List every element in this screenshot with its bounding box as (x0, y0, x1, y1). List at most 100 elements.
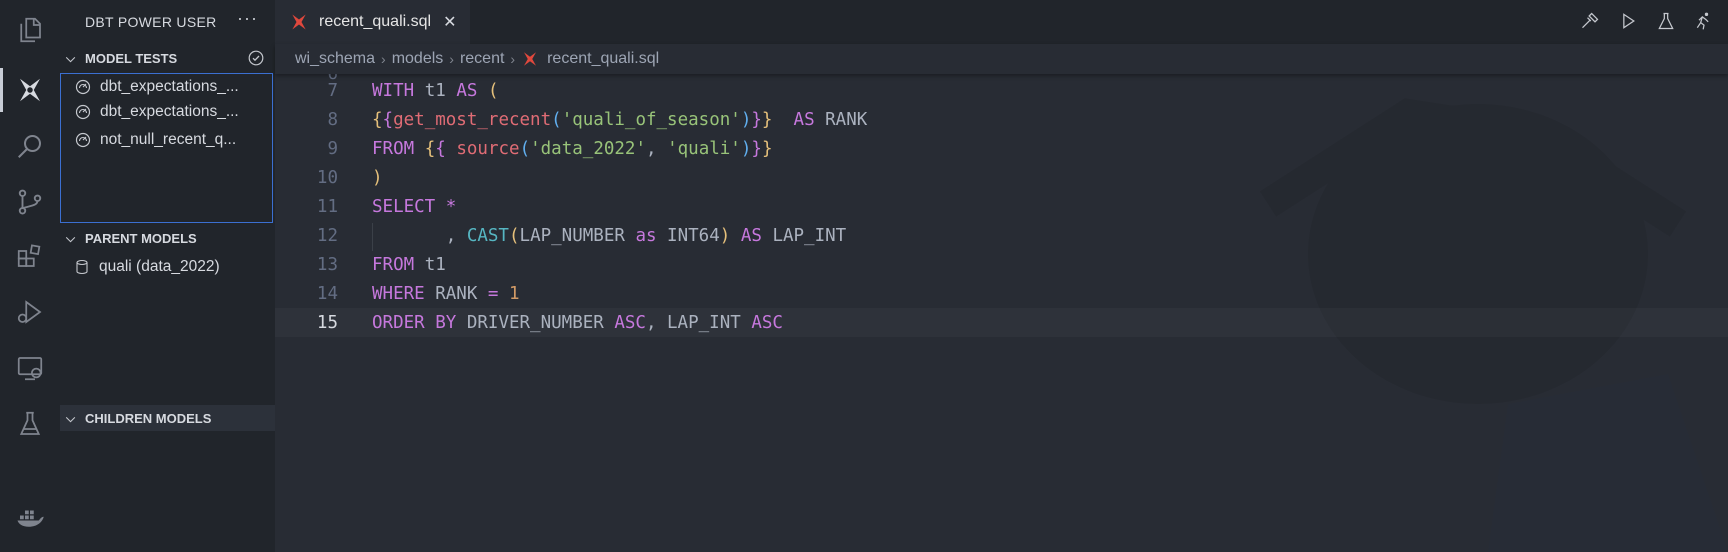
more-actions-button[interactable]: ··· (237, 8, 258, 29)
code-line: 10) (275, 163, 1728, 192)
run-icon[interactable] (1618, 11, 1638, 31)
section-label: MODEL TESTS (85, 50, 178, 66)
close-tab-button[interactable]: ✕ (443, 12, 456, 32)
line-number: 11 (316, 196, 338, 217)
dbt-sidebar: DBT POWER USER ··· ⌵ MODEL TESTS dbt_exp… (60, 0, 275, 552)
code-token: 'quali' (667, 138, 741, 159)
editor-actions (1580, 11, 1714, 31)
code-token: , (646, 138, 668, 159)
code-editor[interactable]: 6 7WITH t1 AS (8{{get_most_recent('quali… (275, 74, 1728, 552)
chevron-right-icon: › (381, 51, 386, 67)
line-number: 8 (327, 109, 338, 130)
section-parent-models[interactable]: ⌵ PARENT MODELS (60, 225, 275, 251)
run-and-debug-icon[interactable] (12, 294, 48, 330)
code-token: } (761, 138, 773, 159)
code-token: ) (719, 225, 731, 246)
code-text: ORDER BY DRIVER_NUMBER ASC, LAP_INT ASC (372, 313, 783, 333)
extensions-icon[interactable] (12, 238, 48, 274)
code-token: } (751, 138, 762, 159)
code-line: 8 {{get_most_recent('quali_of_season')}} … (275, 105, 1728, 134)
indent-guide (372, 223, 373, 251)
code-line: 11 SELECT * (275, 192, 1728, 221)
code-token: RANK (814, 109, 868, 130)
list-item[interactable]: quali (data_2022) (60, 254, 273, 280)
list-item-label: not_null_recent_q... (100, 131, 237, 148)
test-icon (75, 132, 91, 148)
section-model-tests[interactable]: ⌵ MODEL TESTS (60, 45, 275, 71)
dbt-file-icon (524, 52, 537, 66)
code-text: FROM {{ source('data_2022', 'quali')}} (372, 139, 773, 159)
code-token: { (372, 109, 383, 130)
chevron-down-icon: ⌵ (66, 50, 76, 65)
code-token: = (487, 283, 499, 304)
list-item[interactable]: dbt_expectations_... (61, 74, 274, 100)
code-token: RANK (424, 283, 488, 304)
code-text: WHERE RANK = 1 (372, 284, 520, 304)
model-tests-list: dbt_expectations_... dbt_expectations_..… (60, 73, 273, 223)
remote-explorer-icon[interactable] (12, 350, 48, 386)
code-token: LAP_NUMBER (519, 225, 636, 246)
code-token: AS (456, 80, 478, 101)
line-number: 10 (316, 167, 338, 188)
code-line: 7 WITH t1 AS ( (275, 76, 1728, 105)
source-control-icon[interactable] (12, 184, 48, 220)
breadcrumb-item[interactable]: models (392, 50, 444, 68)
runner-icon[interactable] (1694, 11, 1714, 31)
code-line: 15 ORDER BY DRIVER_NUMBER ASC, LAP_INT AS… (275, 308, 1728, 337)
breadcrumb-item[interactable]: recent_quali.sql (547, 50, 659, 68)
line-number: 12 (316, 225, 338, 246)
test-icon (75, 79, 91, 95)
code-text: FROM t1 (372, 255, 446, 275)
section-children-models[interactable]: ⌵ CHILDREN MODELS (60, 405, 275, 431)
code-token: get_most_recent (393, 109, 552, 130)
code-token: { (424, 138, 436, 159)
tab-recent-quali[interactable]: recent_quali.sql ✕ (275, 0, 470, 44)
code-token: source (456, 138, 520, 159)
code-line: 14 WHERE RANK = 1 (275, 279, 1728, 308)
line-number: 13 (316, 254, 338, 275)
tab-bar: recent_quali.sql ✕ (275, 0, 1728, 44)
chevron-down-icon: ⌵ (66, 230, 76, 245)
code-token: t1 (414, 80, 457, 101)
code-token: ASC (751, 312, 783, 333)
list-item-label: quali (data_2022) (99, 258, 220, 275)
breadcrumb-item[interactable]: recent (460, 50, 504, 68)
code-token: ORDER BY (372, 312, 457, 333)
code-text: , CAST(LAP_NUMBER as INT64) AS LAP_INT (372, 226, 846, 246)
code-token: as (635, 225, 657, 246)
code-line: 9 FROM {{ source('data_2022', 'quali')}} (275, 134, 1728, 163)
breadcrumb-item[interactable]: wi_schema (295, 50, 375, 68)
code-token: ( (487, 80, 499, 101)
explorer-icon[interactable] (12, 12, 48, 48)
dbt-power-user-icon[interactable] (12, 72, 48, 108)
docker-icon[interactable] (12, 500, 48, 536)
code-token: } (761, 109, 773, 130)
code-token: , LAP_INT (645, 312, 752, 333)
sidebar-title: DBT POWER USER (85, 14, 217, 30)
section-label: CHILDREN MODELS (85, 410, 212, 426)
code-text: WITH t1 AS ( (372, 81, 498, 101)
list-item[interactable]: not_null_recent_q... (61, 127, 274, 153)
code-text: ) (372, 168, 383, 188)
tab-label: recent_quali.sql (319, 13, 432, 30)
list-item[interactable]: dbt_expectations_... (61, 99, 274, 125)
build-hammer-icon[interactable] (1580, 11, 1600, 31)
code-token: } (751, 109, 762, 130)
code-line: 12 , CAST(LAP_NUMBER as INT64) AS LAP_IN… (275, 221, 1728, 250)
search-icon[interactable] (12, 128, 48, 164)
test-icon (75, 104, 91, 120)
code-token: { (382, 109, 394, 130)
dbt-file-icon (292, 14, 306, 30)
test-flask-icon[interactable] (1656, 11, 1676, 31)
code-token: FROM (372, 138, 415, 159)
line-number: 15 (316, 312, 338, 333)
testing-icon[interactable] (12, 406, 48, 442)
code-token: 1 (509, 283, 520, 304)
code-token: WHERE (372, 283, 425, 304)
check-circle-icon[interactable] (248, 50, 264, 66)
code-token: t1 (414, 254, 446, 275)
